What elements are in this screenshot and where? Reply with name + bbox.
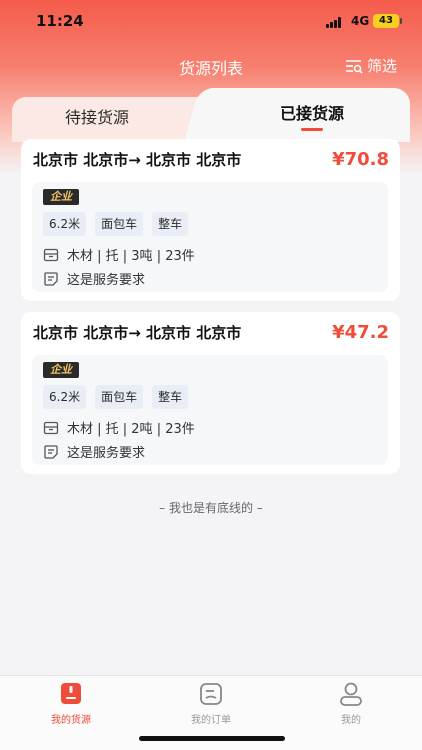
enterprise-badge: 企业: [43, 362, 79, 378]
nav-profile[interactable]: 我的: [311, 681, 391, 726]
cargo-card[interactable]: 北京市 北京市→ 北京市 北京市 ¥47.2 企业 6.2米 面包车 整车 木材…: [21, 312, 400, 474]
service-info: 这是服务要求: [43, 442, 145, 461]
home-indicator: [139, 736, 285, 741]
nav-my-cargo[interactable]: 我的货源: [31, 681, 111, 726]
end-of-list-note: – 我也是有底线的 –: [159, 501, 263, 515]
goods-text: 木材 | 托 | 2吨 | 23件: [67, 422, 195, 437]
filter-icon: [346, 59, 363, 74]
goods-info: 木材 | 托 | 2吨 | 23件: [43, 418, 195, 437]
network-type: 4G: [351, 14, 370, 28]
tag-load-type: 整车: [152, 212, 189, 236]
cargo-route: 北京市 北京市→ 北京市 北京市: [33, 151, 242, 169]
nav-my-orders[interactable]: 我的订单: [171, 681, 251, 726]
note-icon: [44, 271, 58, 286]
cargo-price: ¥47.2: [332, 322, 389, 343]
nav-profile-label: 我的: [341, 715, 361, 726]
service-info: 这是服务要求: [43, 269, 145, 288]
tab-accepted-label[interactable]: 已接货源: [232, 100, 392, 124]
tag-load-type: 整车: [152, 385, 189, 409]
enterprise-badge: 企业: [43, 189, 79, 205]
nav-my-cargo-label: 我的货源: [51, 715, 91, 726]
tag-length: 6.2米: [43, 212, 87, 236]
status-bar: 11:24 4G 43: [0, 0, 422, 44]
signal-icon: [326, 17, 344, 28]
cargo-price: ¥70.8: [332, 149, 389, 170]
cargo-route: 北京市 北京市→ 北京市 北京市: [33, 324, 242, 342]
vehicle-tags: 6.2米 面包车 整车: [43, 385, 189, 409]
service-text: 这是服务要求: [67, 273, 146, 288]
package-icon: [43, 248, 59, 261]
cargo-details: 企业 6.2米 面包车 整车 木材 | 托 | 3吨 | 23件 这是服务要求: [32, 182, 388, 292]
orders-icon: [200, 683, 222, 705]
tag-vehicle-type: 面包车: [95, 212, 144, 236]
tab-pending-label[interactable]: 待接货源: [12, 104, 182, 128]
service-text: 这是服务要求: [67, 446, 146, 461]
nav-my-orders-label: 我的订单: [191, 715, 231, 726]
active-tab-indicator: [301, 128, 323, 131]
package-icon: [43, 421, 59, 434]
note-icon: [44, 444, 58, 459]
goods-text: 木材 | 托 | 3吨 | 23件: [67, 249, 195, 264]
goods-info: 木材 | 托 | 3吨 | 23件: [43, 245, 195, 264]
filter-label: 筛选: [367, 57, 398, 75]
cargo-details: 企业 6.2米 面包车 整车 木材 | 托 | 2吨 | 23件 这是服务要求: [32, 355, 388, 465]
status-time: 11:24: [36, 12, 84, 30]
user-icon: [340, 682, 362, 706]
cargo-box-icon: [61, 683, 81, 704]
filter-button[interactable]: 筛选: [345, 55, 397, 76]
tag-length: 6.2米: [43, 385, 87, 409]
battery-icon: 43: [373, 14, 402, 28]
tag-vehicle-type: 面包车: [95, 385, 144, 409]
vehicle-tags: 6.2米 面包车 整车: [43, 212, 189, 236]
cargo-card[interactable]: 北京市 北京市→ 北京市 北京市 ¥70.8 企业 6.2米 面包车 整车 木材…: [21, 139, 400, 301]
